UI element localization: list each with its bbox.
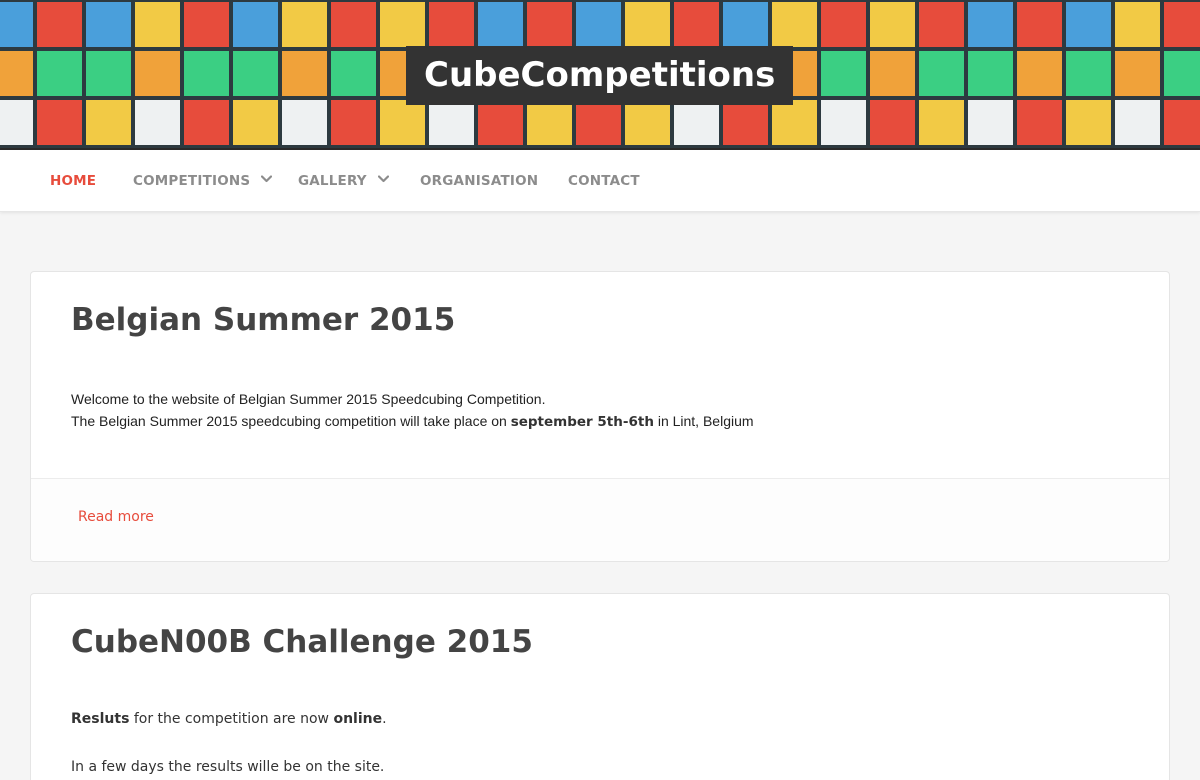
header-banner: CubeCompetitions — [0, 0, 1200, 150]
cube-tile — [1017, 51, 1062, 96]
card-footer: Read more — [31, 479, 1169, 561]
nav-organisation[interactable]: ORGANISATION — [420, 150, 538, 212]
cube-tile — [86, 100, 131, 145]
cube-tile — [135, 100, 180, 145]
post-title[interactable]: CubeN00B Challenge 2015 — [71, 624, 533, 660]
post-text-fragment: for the competition are now — [129, 711, 334, 727]
cube-tile — [478, 2, 523, 47]
cube-tile — [282, 100, 327, 145]
nav-home[interactable]: HOME — [50, 150, 96, 212]
cube-tile — [86, 2, 131, 47]
cube-tile — [429, 100, 474, 145]
cube-tile — [0, 2, 33, 47]
post-text-fragment: The Belgian Summer 2015 speedcubing comp… — [71, 413, 511, 429]
nav-competitions-label: COMPETITIONS — [133, 173, 251, 189]
post-text-fragment: . — [382, 711, 387, 727]
cube-tile — [429, 2, 474, 47]
read-more-link[interactable]: Read more — [78, 509, 154, 525]
cube-tile — [282, 51, 327, 96]
cube-tile — [331, 2, 376, 47]
post-date-highlight: september 5th-6th — [510, 414, 654, 430]
cube-tile — [723, 2, 768, 47]
nav-organisation-label: ORGANISATION — [420, 173, 539, 189]
nav-competitions[interactable]: COMPETITIONS — [133, 148, 273, 212]
cube-tile — [1066, 2, 1111, 47]
nav-gallery[interactable]: GALLERY — [298, 150, 389, 212]
cube-tile — [1066, 100, 1111, 145]
cube-tile — [331, 100, 376, 145]
post-text-line: Resluts for the competition are now onli… — [71, 711, 387, 727]
post-card: CubeN00B Challenge 2015 Resluts for the … — [30, 593, 1170, 780]
post-title[interactable]: Belgian Summer 2015 — [71, 302, 455, 338]
cube-tile — [282, 2, 327, 47]
cube-tile — [870, 51, 915, 96]
cube-tile — [184, 51, 229, 96]
cube-tile — [821, 2, 866, 47]
cube-tile — [135, 51, 180, 96]
post-text-bold: online — [333, 711, 383, 727]
post-card: Belgian Summer 2015 Welcome to the websi… — [30, 271, 1170, 562]
cube-tile — [1164, 100, 1200, 145]
post-text-line: The Belgian Summer 2015 speedcubing comp… — [71, 410, 754, 433]
cube-tile — [527, 2, 572, 47]
nav-contact[interactable]: CONTACT — [568, 150, 640, 212]
site-title[interactable]: CubeCompetitions — [406, 46, 794, 105]
nav-gallery-label: GALLERY — [298, 173, 367, 189]
post-text-line: In a few days the results wille be on th… — [71, 759, 385, 775]
cube-tile — [723, 100, 768, 145]
cube-tile — [37, 2, 82, 47]
cube-tile — [233, 100, 278, 145]
cube-tile — [625, 100, 670, 145]
cube-tile — [674, 100, 719, 145]
cube-tile — [478, 100, 523, 145]
cube-tile — [919, 51, 964, 96]
cube-tile — [1017, 100, 1062, 145]
cube-tile — [1115, 2, 1160, 47]
post-text-bold: Resluts — [71, 711, 130, 727]
cube-tile — [1066, 51, 1111, 96]
cube-tile — [37, 100, 82, 145]
cube-tile — [1115, 100, 1160, 145]
cube-tile — [0, 100, 33, 145]
post-text-fragment: in Lint, Belgium — [653, 413, 754, 429]
cube-tile — [968, 2, 1013, 47]
cube-tile — [37, 51, 82, 96]
cube-tile — [527, 100, 572, 145]
cube-tile — [135, 2, 180, 47]
nav-home-label: HOME — [50, 173, 97, 189]
nav-contact-label: CONTACT — [568, 173, 640, 189]
cube-tile — [968, 100, 1013, 145]
cube-tile — [674, 2, 719, 47]
cube-tile — [919, 2, 964, 47]
cube-tile — [380, 2, 425, 47]
cube-tile — [1017, 2, 1062, 47]
cube-tile — [968, 51, 1013, 96]
cube-tile — [870, 100, 915, 145]
cube-tile — [576, 100, 621, 145]
cube-tile — [772, 2, 817, 47]
cube-tile — [625, 2, 670, 47]
cube-tile — [821, 51, 866, 96]
cube-tile — [919, 100, 964, 145]
post-text-line: Welcome to the website of Belgian Summer… — [71, 391, 546, 407]
cube-tile — [1164, 2, 1200, 47]
cube-tile — [576, 2, 621, 47]
cube-tile — [86, 51, 131, 96]
cube-tile — [0, 51, 33, 96]
cube-tile — [772, 100, 817, 145]
cube-tile — [233, 2, 278, 47]
main-nav: HOME COMPETITIONS GALLERY ORGANISATION C… — [0, 150, 1200, 212]
cube-tile — [870, 2, 915, 47]
chevron-down-icon — [377, 148, 389, 210]
cube-tile — [380, 100, 425, 145]
cube-tile — [1115, 51, 1160, 96]
cube-tile — [233, 51, 278, 96]
chevron-down-icon — [261, 148, 273, 210]
cube-tile — [184, 100, 229, 145]
cube-tile — [1164, 51, 1200, 96]
cube-tile — [184, 2, 229, 47]
cube-tile — [331, 51, 376, 96]
cube-tile — [821, 100, 866, 145]
